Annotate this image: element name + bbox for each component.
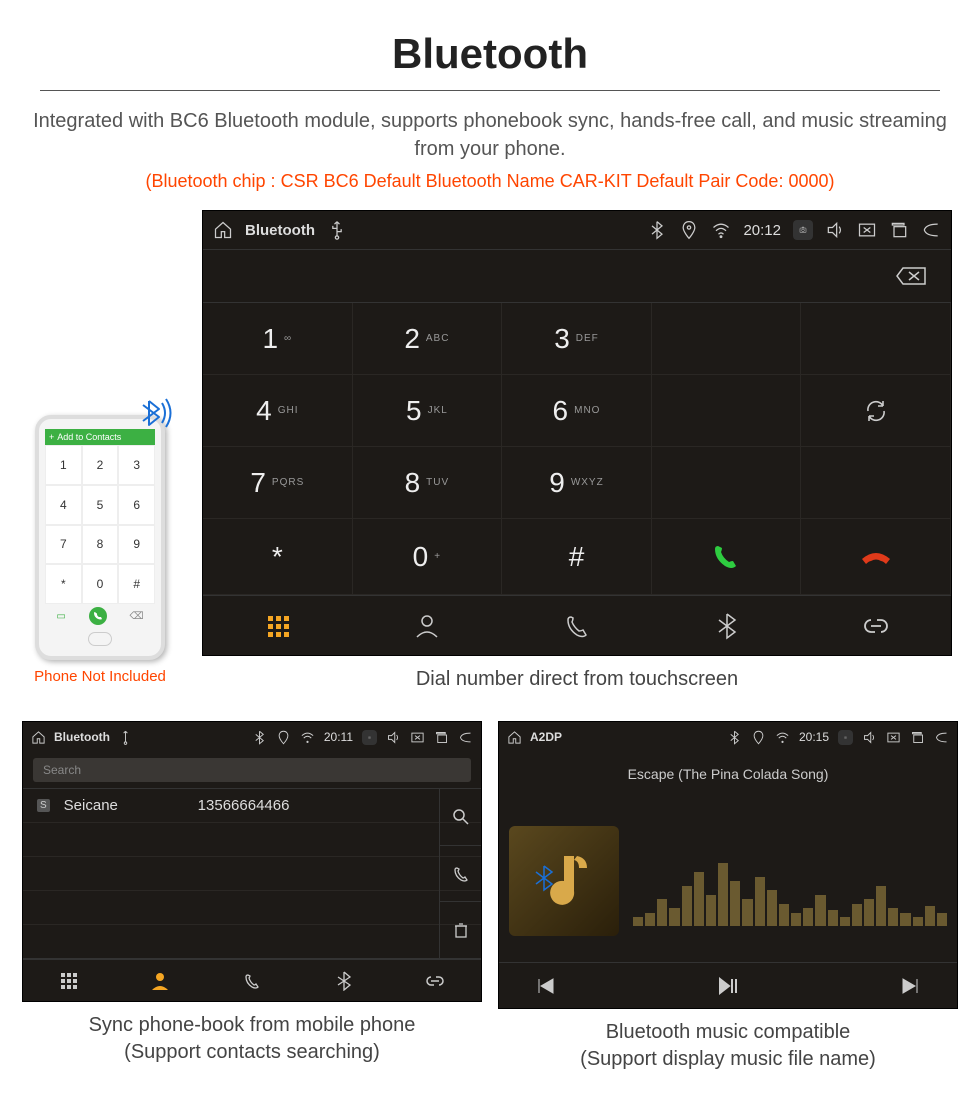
wifi-icon [711,220,731,240]
key-3[interactable]: 3DEF [502,303,652,375]
recent-apps-icon[interactable] [889,220,909,240]
recent-apps-icon[interactable] [434,730,449,745]
next-track-button[interactable] [865,963,957,1008]
bluetooth-icon [647,220,667,240]
bluetooth-icon [252,730,267,745]
location-icon [679,220,699,240]
bluetooth-signal-icon [135,391,179,436]
clock-time: 20:12 [743,222,781,239]
backspace-icon: ⌫ [129,611,143,622]
number-display [203,249,951,303]
back-icon[interactable] [934,730,949,745]
wifi-icon [300,730,315,745]
contact-badge: S [37,799,50,812]
key-5[interactable]: 5JKL [353,375,503,447]
key-7[interactable]: 7PQRS [203,447,353,519]
hangup-button[interactable] [801,519,951,595]
music-screen: A2DP 20:15 Escape (The Pina Colada Song) [498,721,958,1009]
usb-icon [118,730,133,745]
recent-apps-icon[interactable] [910,730,925,745]
tab-link[interactable] [389,960,481,1001]
prev-track-button[interactable] [499,963,591,1008]
clock-time: 20:15 [799,730,829,744]
app-title: Bluetooth [245,222,315,239]
key-6[interactable]: 6MNO [502,375,652,447]
search-icon[interactable] [440,789,481,846]
screenshot-icon[interactable] [793,220,813,240]
phonebook-caption: Sync phone-book from mobile phone (Suppo… [22,1012,482,1066]
close-screen-icon[interactable] [857,220,877,240]
tab-history[interactable] [502,596,652,655]
phone-mock-keypad: 123 456 789 *0# [45,445,155,604]
volume-icon[interactable] [825,220,845,240]
wifi-icon [775,730,790,745]
location-icon [751,730,766,745]
call-button[interactable] [652,519,802,595]
app-title: Bluetooth [54,730,110,744]
tab-link[interactable] [801,596,951,655]
delete-contact-icon[interactable] [440,902,481,958]
tab-contacts[interactable] [353,596,503,655]
phonebook-screen: Bluetooth 20:11 Search [22,721,482,1002]
page-title: Bluetooth [20,30,960,78]
sim-icon: ▭ [56,611,65,622]
dialer-caption: Dial number direct from touchscreen [202,666,952,693]
tab-dialpad[interactable] [23,960,115,1001]
search-input[interactable]: Search [33,758,471,782]
description-text: Integrated with BC6 Bluetooth module, su… [20,107,960,163]
call-icon [89,607,107,625]
key-8[interactable]: 8TUV [353,447,503,519]
dialer-keypad: 1∞2ABC3DEF 4GHI5JKL6MNO 7PQRS8TUV9WXYZ [203,303,951,519]
dialer-screen: Bluetooth 20:12 1∞2ABC3DEF 4GHI [202,210,952,656]
contact-row[interactable]: S Seicane 13566664466 [23,789,481,823]
equalizer-viz [633,836,947,926]
music-caption: Bluetooth music compatible (Support disp… [498,1019,958,1073]
volume-icon[interactable] [386,730,401,745]
close-screen-icon[interactable] [886,730,901,745]
usb-icon [327,220,347,240]
key-1[interactable]: 1∞ [203,303,353,375]
contact-number: 13566664466 [198,797,290,814]
screenshot-icon[interactable] [362,730,377,745]
back-icon[interactable] [458,730,473,745]
phone-mockup: +Add to Contacts 123 456 789 *0# ▭ ⌫ [35,415,165,660]
home-icon[interactable] [213,220,233,240]
app-title: A2DP [530,730,562,744]
tab-bluetooth[interactable] [298,960,390,1001]
sync-button[interactable] [801,375,951,447]
specs-text: (Bluetooth chip : CSR BC6 Default Blueto… [20,171,960,192]
clock-time: 20:11 [324,730,353,744]
screenshot-icon[interactable] [838,730,853,745]
phone-note: Phone Not Included [34,668,166,685]
key-2[interactable]: 2ABC [353,303,503,375]
key-4[interactable]: 4GHI [203,375,353,447]
home-icon[interactable] [31,730,46,745]
call-contact-icon[interactable] [440,846,481,903]
back-icon[interactable] [921,220,941,240]
play-pause-button[interactable] [682,963,774,1008]
tab-dialpad[interactable] [203,596,353,655]
volume-icon[interactable] [862,730,877,745]
backspace-icon[interactable] [895,264,927,288]
home-icon[interactable] [507,730,522,745]
album-art [509,826,619,936]
divider [40,90,940,91]
tab-bluetooth[interactable] [652,596,802,655]
key-star[interactable]: * [203,519,353,595]
key-0[interactable]: 0+ [353,519,503,595]
contact-name: Seicane [64,797,184,814]
phone-home-button [88,632,112,646]
tab-history[interactable] [206,960,298,1001]
song-title: Escape (The Pina Colada Song) [628,766,829,782]
key-9[interactable]: 9WXYZ [502,447,652,519]
key-hash[interactable]: # [502,519,652,595]
location-icon [276,730,291,745]
tab-contacts[interactable] [115,960,207,1001]
close-screen-icon[interactable] [410,730,425,745]
bluetooth-icon [727,730,742,745]
